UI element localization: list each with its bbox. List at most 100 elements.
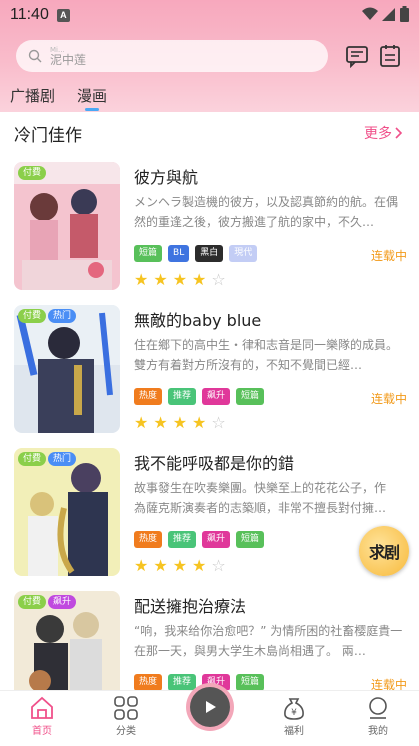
tag: 現代 bbox=[229, 245, 258, 262]
comic-description: メンヘラ製造機的彼方，以及認真節約的航。在偶然的重逢之後，彼方搬進了航的家中，不… bbox=[134, 195, 399, 229]
hot-badge: 热门 bbox=[48, 309, 77, 323]
money-bag-icon: ¥ bbox=[284, 698, 304, 720]
serial-status: 连载中 bbox=[370, 678, 407, 690]
comic-description: 故事發生在吹奏樂團。快樂至上的花花公子，作為薩克斯演奏者的志築順，非常不擅長對付… bbox=[134, 481, 387, 515]
tab-label: 漫画 bbox=[77, 87, 108, 105]
comic-title: 無敵的baby blue bbox=[134, 311, 262, 330]
star-icon: ★ bbox=[153, 413, 168, 432]
serial-status: 连载中 bbox=[370, 392, 407, 406]
star-outline-icon: ☆ bbox=[211, 270, 226, 289]
tab-comics[interactable]: 漫画 bbox=[77, 85, 107, 111]
star-icon: ★ bbox=[153, 270, 168, 289]
tag: 黑白 bbox=[195, 245, 224, 262]
comic-description: “响，我来给你治愈吧？” 为情所困的社畜樱庭貴一在那一天，與男大学生木島尚相遇了… bbox=[134, 624, 403, 658]
tag-list: 热度 推荐 飙升 短篇 bbox=[134, 388, 265, 405]
comic-cover[interactable]: 付費 飙升 bbox=[14, 591, 120, 690]
tag: 短篇 bbox=[236, 674, 265, 690]
comic-card[interactable]: 付費 飙升 配送擁抱治療法 “响，我来给你治愈吧？” 为情所困的社畜樱庭貴一在那… bbox=[0, 591, 419, 690]
star-icon: ★ bbox=[172, 413, 188, 432]
nav-label: 我的 bbox=[368, 726, 388, 737]
comic-card[interactable]: 付費 热门 我不能呼吸都是你的錯 故事發生在吹奏樂團。快樂至上的花花公子，作為薩… bbox=[0, 448, 419, 580]
star-icon: ★ bbox=[134, 556, 149, 575]
nav-welfare[interactable]: ¥ 福利 bbox=[264, 695, 324, 737]
comic-cover[interactable]: 付費 bbox=[14, 162, 120, 290]
checklist-icon[interactable] bbox=[378, 44, 402, 68]
tag: 推荐 bbox=[168, 531, 197, 548]
star-icon: ★ bbox=[153, 556, 168, 575]
tag: 短篇 bbox=[134, 245, 163, 262]
tag: 热度 bbox=[134, 531, 163, 548]
star-rating: ★ ★ ★ ★ ☆ bbox=[134, 558, 226, 574]
section-header: 冷门佳作 更多 bbox=[0, 112, 419, 152]
battery-icon bbox=[400, 6, 409, 22]
comic-title: 彼方與航 bbox=[134, 168, 199, 187]
play-button[interactable] bbox=[186, 683, 234, 731]
comic-title: 我不能呼吸都是你的錯 bbox=[134, 454, 295, 473]
nav-category[interactable]: 分类 bbox=[96, 695, 156, 737]
tag-list: 短篇 BL 黑白 現代 bbox=[134, 245, 258, 262]
star-icon: ★ bbox=[192, 270, 207, 289]
paid-badge: 付費 bbox=[18, 595, 47, 609]
search-input[interactable]: Mi... 泥中莲 bbox=[16, 40, 328, 72]
comic-cover[interactable]: 付費 热门 bbox=[14, 448, 120, 576]
comic-title: 配送擁抱治療法 bbox=[134, 597, 247, 616]
search-row: Mi... 泥中莲 bbox=[16, 40, 411, 72]
star-outline-icon: ☆ bbox=[211, 556, 226, 575]
message-icon[interactable] bbox=[345, 44, 369, 68]
grid-icon bbox=[114, 696, 138, 720]
tag: 短篇 bbox=[236, 531, 265, 548]
star-icon: ★ bbox=[134, 413, 149, 432]
comic-card[interactable]: 付費 彼方與航 メンヘラ製造機的彼方，以及認真節約的航。在偶然的重逢之後，彼方搬… bbox=[0, 162, 419, 294]
tab-radio-drama[interactable]: 广播剧 bbox=[10, 85, 55, 111]
section-title: 冷门佳作 bbox=[14, 126, 82, 146]
category-tabs: 广播剧 漫画 bbox=[10, 85, 107, 111]
comic-card[interactable]: 付費 热门 無敵的baby blue 住在鄉下的高中生・律和志音是同一樂隊的成員… bbox=[0, 305, 419, 437]
rising-badge: 飙升 bbox=[48, 595, 77, 609]
tag: 推荐 bbox=[168, 388, 197, 405]
star-icon: ★ bbox=[172, 270, 188, 289]
tag: BL bbox=[168, 245, 190, 262]
star-icon: ★ bbox=[192, 556, 207, 575]
tag: 飙升 bbox=[202, 531, 231, 548]
search-placeholder: 泥中莲 bbox=[50, 53, 87, 67]
paid-badge: 付費 bbox=[18, 452, 47, 466]
status-time: 11:40 bbox=[10, 6, 49, 23]
home-icon bbox=[31, 696, 53, 719]
profile-icon bbox=[369, 697, 387, 719]
wifi-icon bbox=[362, 7, 378, 20]
active-tab-indicator bbox=[85, 108, 100, 111]
nav-label: 首页 bbox=[32, 726, 52, 737]
star-rating: ★ ★ ★ ★ ☆ bbox=[134, 415, 226, 431]
comic-cover[interactable]: 付費 热门 bbox=[14, 305, 120, 433]
star-icon: ★ bbox=[192, 413, 207, 432]
paid-badge: 付費 bbox=[18, 309, 47, 323]
paid-badge: 付費 bbox=[18, 166, 47, 180]
status-bar: 11:40 A bbox=[0, 0, 419, 30]
comic-description: 住在鄉下的高中生・律和志音是同一樂隊的成員。雙方有着對方所沒有的，不知不覺間已經… bbox=[134, 338, 399, 372]
tag: 短篇 bbox=[236, 388, 265, 405]
serial-status: 连载中 bbox=[370, 249, 407, 263]
tag: 热度 bbox=[134, 388, 163, 405]
tag: 飙升 bbox=[202, 388, 231, 405]
star-rating: ★ ★ ★ ★ ☆ bbox=[134, 272, 226, 288]
chevron-right-icon bbox=[395, 127, 403, 139]
nav-label: 分类 bbox=[116, 726, 136, 737]
notification-icon: A bbox=[56, 8, 70, 22]
tag: 推荐 bbox=[168, 674, 197, 690]
star-icon: ★ bbox=[172, 556, 188, 575]
nav-profile[interactable]: 我的 bbox=[348, 695, 408, 737]
star-icon: ★ bbox=[134, 270, 149, 289]
nav-home[interactable]: 首页 bbox=[12, 695, 72, 737]
svg-text:¥: ¥ bbox=[291, 708, 297, 718]
comic-list-section: 冷门佳作 更多 付費 彼方與航 メンヘラ製造機的彼方，以及認真節約的航。在偶然的… bbox=[0, 112, 419, 690]
star-outline-icon: ☆ bbox=[211, 413, 226, 432]
play-icon bbox=[206, 701, 216, 713]
tab-label: 广播剧 bbox=[10, 87, 56, 105]
request-drama-button[interactable]: 求剧 bbox=[359, 526, 409, 576]
signal-icon bbox=[382, 8, 395, 21]
more-label: 更多 bbox=[364, 126, 392, 142]
nav-label: 福利 bbox=[284, 726, 304, 737]
more-link[interactable]: 更多 bbox=[364, 123, 403, 143]
request-drama-label: 求剧 bbox=[368, 543, 400, 562]
tag-list: 热度 推荐 飙升 短篇 bbox=[134, 531, 265, 548]
